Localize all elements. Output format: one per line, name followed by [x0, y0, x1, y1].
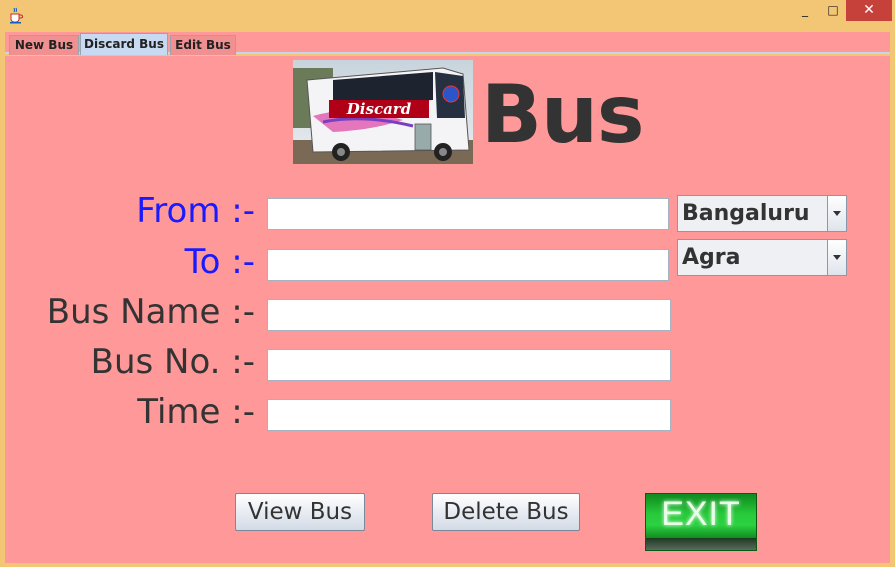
bus-photo-caption: Discard [346, 100, 412, 118]
from-label: From :- [136, 191, 255, 231]
chevron-down-icon[interactable] [827, 240, 846, 275]
bus-photo: Discard [293, 60, 473, 164]
to-city-select[interactable]: Agra [677, 239, 847, 276]
time-field[interactable] [267, 399, 671, 431]
to-city-value: Agra [682, 245, 741, 270]
from-city-value: Bangaluru [682, 201, 810, 226]
tab-edit-bus[interactable]: Edit Bus [170, 35, 236, 55]
bus-no-label: Bus No. :- [90, 342, 255, 382]
to-label: To :- [184, 242, 255, 282]
delete-bus-button[interactable]: Delete Bus [432, 493, 580, 531]
maximize-button[interactable]: □ [820, 0, 846, 21]
time-label: Time :- [137, 392, 255, 432]
from-city-select[interactable]: Bangaluru [677, 195, 847, 232]
bus-no-field[interactable] [267, 349, 671, 381]
bus-name-label: Bus Name :- [46, 292, 255, 332]
exit-sign-base [646, 538, 756, 550]
close-button[interactable]: ✕ [846, 0, 892, 21]
discard-bus-panel: Discard Bus From :- To :- Bus Name :- Bu… [5, 56, 890, 563]
content-area: New Bus Discard Bus Edit Bus Discard Bus… [5, 30, 890, 563]
exit-sign-label: EXIT [661, 495, 741, 533]
application-window: _ □ ✕ New Bus Discard Bus Edit Bus Disca… [0, 0, 895, 567]
title-bar[interactable]: _ □ ✕ [0, 0, 895, 30]
exit-button[interactable]: EXIT [645, 493, 757, 551]
from-field[interactable] [267, 198, 669, 230]
page-title: Bus [481, 68, 645, 161]
tab-strip: New Bus Discard Bus Edit Bus [5, 32, 890, 55]
tab-discard-bus[interactable]: Discard Bus [80, 33, 168, 55]
to-field[interactable] [267, 249, 669, 281]
tab-new-bus[interactable]: New Bus [9, 35, 79, 55]
chevron-down-icon[interactable] [827, 196, 846, 231]
bus-name-field[interactable] [267, 299, 671, 331]
view-bus-button[interactable]: View Bus [235, 493, 365, 531]
minimize-button[interactable]: _ [792, 0, 818, 21]
java-cup-icon [10, 7, 23, 24]
